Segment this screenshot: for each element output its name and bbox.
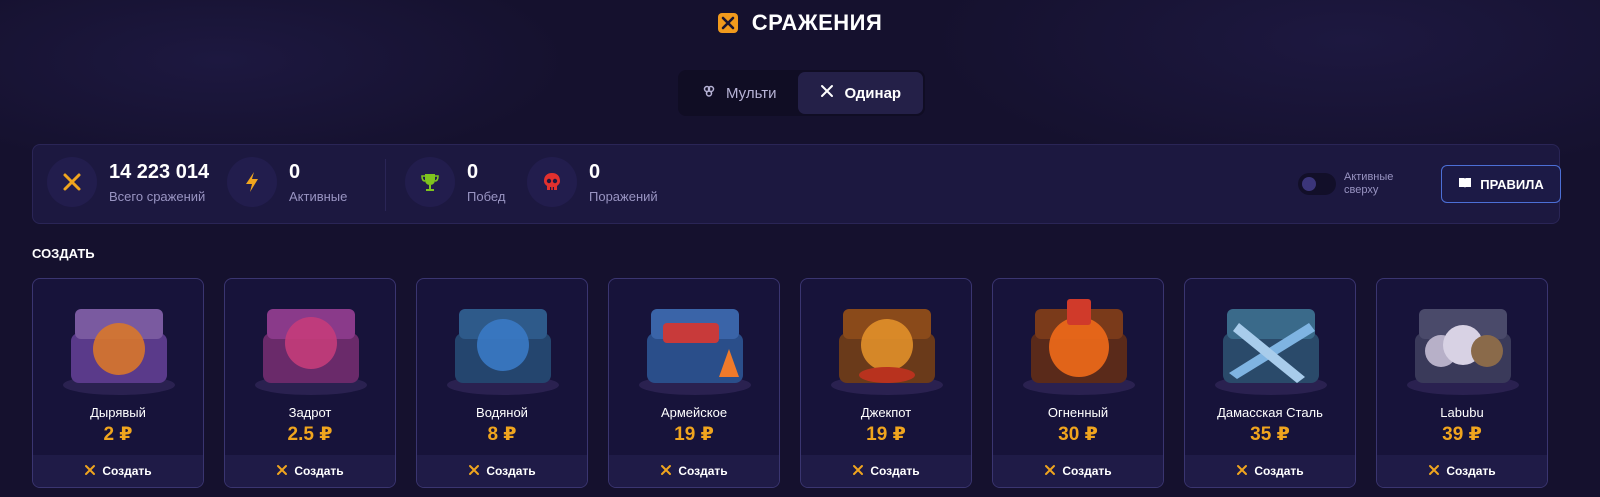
create-button[interactable]: Создать [1185,455,1355,487]
case-name: Армейское [660,405,728,420]
crossed-swords-icon [1044,464,1056,479]
case-name: Labubu [1440,405,1484,420]
create-button[interactable]: Создать [609,455,779,487]
case-price: 35 ₽ [1250,424,1290,445]
create-button[interactable]: Создать [417,455,587,487]
stat-wins-value: 0 [467,160,479,183]
case-image [63,309,175,395]
crossed-swords-icon [717,13,738,33]
rules-button-label: ПРАВИЛА [1480,176,1544,192]
crossed-swords-icon [468,464,480,479]
multi-icon [702,84,716,102]
crossed-swords-icon [660,464,672,479]
book-icon [1458,177,1472,192]
stat-wins-label: Побед [467,188,506,204]
stats-divider [385,159,386,211]
page-title: СРАЖЕНИЯ [751,10,883,35]
create-button[interactable]: Создать [801,455,971,487]
tab-single[interactable]: Одинар [798,72,924,114]
rules-button[interactable]: ПРАВИЛА [1441,165,1561,203]
tab-multi-label: Мульти [726,84,777,102]
section-title: СОЗДАТЬ [32,246,95,261]
stat-losses: 0 Поражений [527,157,658,207]
skull-icon [527,157,577,207]
lightning-icon [227,157,277,207]
create-button-label: Создать [1062,464,1112,478]
case-card[interactable]: Задрот 2.5 ₽ Создать [224,278,396,488]
stat-losses-value: 0 [589,160,601,183]
case-name: Дырявый [90,405,146,420]
case-name: Дамасская Сталь [1217,405,1323,420]
crossed-swords-icon [1236,464,1248,479]
case-price: 8 ₽ [487,424,517,445]
stat-active: 0 Активные [227,157,347,207]
create-button-label: Создать [1446,464,1496,478]
case-card[interactable]: Армейское 19 ₽ Создать [608,278,780,488]
crossed-swords-icon [47,157,97,207]
active-on-top-toggle-group: Активные сверху [1298,171,1404,197]
case-image [831,309,943,395]
case-image [255,309,367,395]
case-price: 2 ₽ [103,424,133,445]
stat-total-value: 14 223 014 [109,160,210,183]
create-button[interactable]: Создать [225,455,395,487]
case-image [1407,309,1519,395]
page-header: СРАЖЕНИЯ [0,10,1600,36]
case-price: 39 ₽ [1442,424,1482,445]
create-button[interactable]: Создать [33,455,203,487]
create-button-label: Создать [1254,464,1304,478]
create-button-label: Создать [102,464,152,478]
tab-multi[interactable]: Мульти [680,72,798,114]
stat-active-value: 0 [289,160,301,183]
case-image [447,309,559,395]
active-on-top-label: Активные сверху [1344,171,1394,196]
crossed-swords-icon [820,84,834,102]
crossed-swords-icon [276,464,288,479]
case-image [639,309,751,395]
create-button[interactable]: Создать [993,455,1163,487]
case-price: 19 ₽ [866,424,906,445]
case-card[interactable]: Водяной 8 ₽ Создать [416,278,588,488]
active-on-top-toggle[interactable] [1298,173,1336,195]
create-button-label: Создать [486,464,536,478]
case-name: Водяной [476,405,528,420]
mode-tabs: Мульти Одинар [678,70,926,116]
crossed-swords-icon [84,464,96,479]
create-button[interactable]: Создать [1377,455,1547,487]
create-button-label: Создать [870,464,920,478]
case-name: Задрот [288,405,332,420]
case-image [1023,299,1135,395]
case-name: Огненный [1047,405,1109,420]
case-list: Дырявый 2 ₽ Создать Задрот 2.5 ₽ Создать… [32,278,1548,488]
case-card[interactable]: Джекпот 19 ₽ Создать [800,278,972,488]
case-price: 2.5 ₽ [287,424,333,445]
case-image [1215,309,1327,395]
case-card[interactable]: Дырявый 2 ₽ Создать [32,278,204,488]
create-button-label: Создать [678,464,728,478]
stat-losses-label: Поражений [589,188,658,204]
stats-panel: 14 223 014 Всего сражений 0 Активные 0 П… [32,144,1561,224]
create-button-label: Создать [294,464,344,478]
crossed-swords-icon [1428,464,1440,479]
stat-total-label: Всего сражений [109,188,206,204]
trophy-icon [405,157,455,207]
tab-single-label: Одинар [844,84,902,102]
crossed-swords-icon [852,464,864,479]
case-card[interactable]: Дамасская Сталь 35 ₽ Создать [1184,278,1356,488]
stat-active-label: Активные [289,188,348,204]
case-card[interactable]: Огненный 30 ₽ Создать [992,278,1164,488]
case-price: 30 ₽ [1058,424,1098,445]
case-price: 19 ₽ [674,424,714,445]
case-name: Джекпот [860,405,912,420]
case-card[interactable]: Labubu 39 ₽ Создать [1376,278,1548,488]
stat-wins: 0 Побед [405,157,505,207]
stat-total-battles: 14 223 014 Всего сражений [47,157,209,207]
